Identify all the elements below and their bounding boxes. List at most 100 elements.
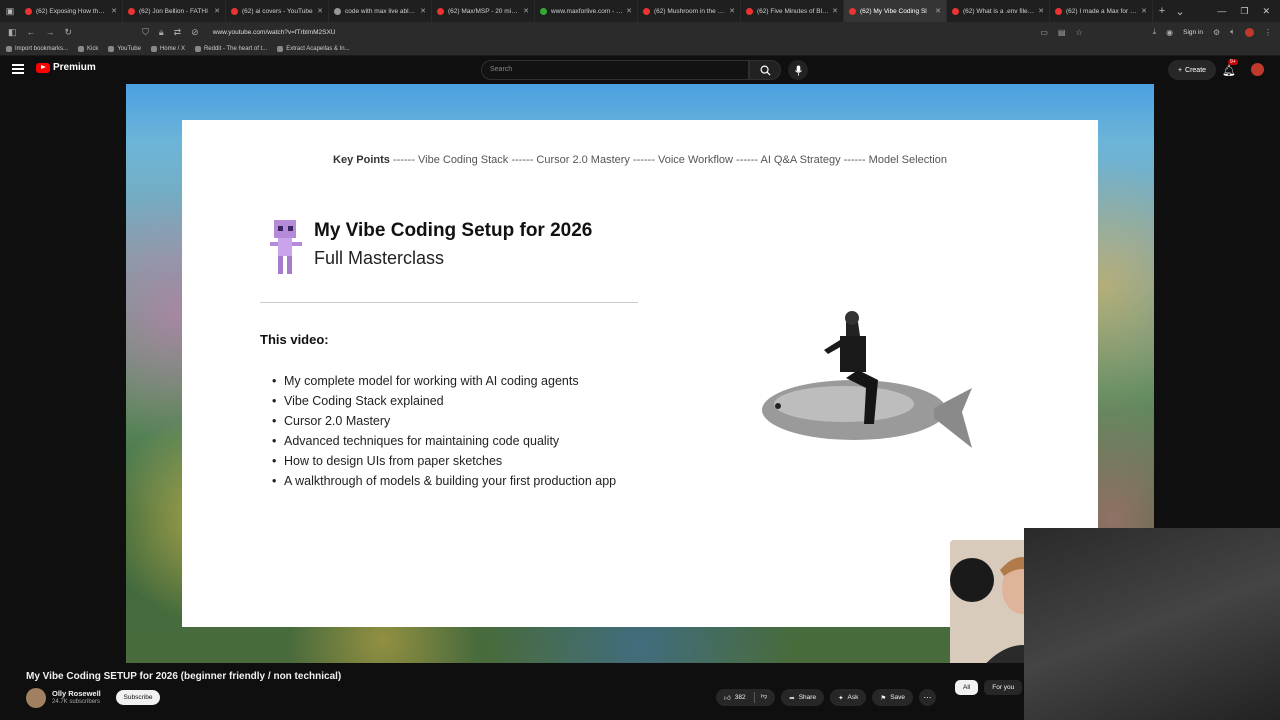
bullet-item: Vibe Coding Stack explained [272,391,616,411]
tab-favicon-icon [952,7,959,15]
bullet-item: A walkthrough of models & building your … [272,471,616,491]
tab-close-icon[interactable]: ✕ [214,7,220,15]
tab-close-icon[interactable]: ✕ [626,7,632,15]
save-button[interactable]: ⚑ Save [872,689,914,706]
tab-favicon-icon [334,7,341,15]
tab-close-icon[interactable]: ✕ [1038,7,1044,15]
browser-tab[interactable]: www.maxforlive.com - Dow ✕ [535,0,638,22]
sign-in-link[interactable]: Sign in [1183,29,1203,36]
subscribe-button[interactable]: Subscribe [116,690,160,705]
bookmark-item[interactable]: Extract Acapellas & In... [277,45,350,52]
shield-icon[interactable]: ⛉ [142,27,149,38]
tab-title: (62) What is a .env file? - Yo [963,7,1036,15]
bookmark-label: YouTube [117,45,141,52]
like-button[interactable]: 👍︎ 382 👎︎ [716,689,776,706]
bookmark-icon: ⚑ [880,694,887,702]
share-label: Share [798,694,817,701]
browser-tab[interactable]: (62) Exposing How the US C✕ [20,0,123,22]
tab-favicon-icon [643,7,650,15]
thumbs-up-icon: 👍︎ [724,694,731,702]
tab-title: (62) Exposing How the US C [36,7,109,15]
bookmark-item[interactable]: Reddit - The heart of t... [194,45,267,52]
bookmark-label: Extract Acapellas & In... [286,45,350,52]
search-icon [760,65,771,76]
video-player[interactable]: Key Points ------ Vibe Coding Stack ----… [126,84,1154,663]
close-window-icon[interactable]: ✕ [1262,6,1270,17]
screenshot-icon[interactable]: ▤ [1058,28,1066,37]
back-icon[interactable]: ← [27,27,36,37]
browser-tab[interactable]: (62) Jon Bellion - FATHI ✕ [123,0,226,22]
notification-badge: 9+ [1228,59,1238,65]
video-actions: 👍︎ 382 👎︎ ➦ Share ✦ Ask ⚑ Save ⋯ [716,689,937,706]
bookmark-item[interactable]: Kick [78,45,98,52]
more-actions-icon[interactable]: ⋯ [919,689,937,706]
tab-close-icon[interactable]: ✕ [420,7,426,15]
forward-icon[interactable]: → [46,27,55,37]
bookmark-item[interactable]: Home / X [150,45,185,52]
tab-favicon-icon [849,7,856,15]
notifications-bell-icon[interactable]: 🔔︎ 9+ [1222,59,1238,77]
tab-close-icon[interactable]: ✕ [523,7,529,15]
account-icon[interactable]: ◉ [1166,28,1173,37]
youtube-logo[interactable]: Premium [36,62,96,73]
new-tab-icon[interactable]: + [1153,5,1171,17]
search-button[interactable] [749,60,781,80]
bookmark-star-icon[interactable]: ☆ [1075,28,1082,37]
browser-tab[interactable]: (62) My Vibe Coding Sl ✕ [844,0,947,22]
tab-close-icon[interactable]: ✕ [832,7,838,15]
browser-tab[interactable]: (62) What is a .env file? - Yo✕ [947,0,1050,22]
bookmarks-bar: Import bookmarks... Kick YouTube Home / X Re… [0,42,1280,56]
mute-icon[interactable]: 🔈︎ [1230,27,1235,37]
thumbs-down-icon[interactable]: 👎︎ [753,692,767,703]
slide-subtitle: Full Masterclass [314,248,445,268]
like-count: 382 [734,694,746,701]
tab-close-icon[interactable]: ✕ [1141,7,1147,15]
search-input[interactable]: Search [481,60,749,80]
site-settings-icon[interactable]: ⇄ [174,27,182,38]
download-icon[interactable]: ⤓ [1153,27,1157,37]
channel-avatar[interactable] [26,688,46,708]
bookmark-item[interactable]: Import bookmarks... [6,45,68,52]
menu-dots-icon[interactable]: ⋮ [1264,28,1272,37]
tab-actions-icon[interactable]: ▣ [0,0,20,22]
tab-search-chevron-icon[interactable]: ⌄ [1171,5,1189,18]
create-button[interactable]: + Create [1168,60,1216,80]
bullet-item: Advanced techniques for maintaining code… [272,431,616,451]
tab-close-icon[interactable]: ✕ [111,7,117,15]
hamburger-menu-icon[interactable] [12,64,24,74]
channel-name[interactable]: Olly Rosewell [52,689,101,698]
browser-tab[interactable]: (62) ai covers - YouTube ✕ [226,0,329,22]
url-field[interactable]: www.youtube.com/watch?v=fTrblmM2SXU [213,29,336,36]
tab-close-icon[interactable]: ✕ [317,7,323,15]
lock-icon[interactable]: 🔒︎ [159,27,164,38]
extension-badge-icon[interactable] [1245,27,1254,37]
browser-tab[interactable]: (62) Five Minutes of Blue O ✕ [741,0,844,22]
browser-tab[interactable]: (62) I made a Max for Live d✕ [1050,0,1153,22]
reload-icon[interactable]: ↻ [65,27,73,38]
tab-title: (62) Five Minutes of Blue O [757,7,830,15]
address-bar: ◧ ← → ↻ ⛉ 🔒︎ ⇄ ⊘ www.youtube.com/watch?v… [0,22,1280,42]
window-controls: — ❐ ✕ [1217,6,1280,17]
user-avatar[interactable] [1251,63,1264,76]
tab-favicon-icon [128,7,135,15]
extensions-icon[interactable]: ⚙ [1213,28,1220,37]
ask-button[interactable]: ✦ Ask [830,689,867,706]
no-tracking-icon[interactable]: ⊘ [191,27,199,38]
tab-close-icon[interactable]: ✕ [935,7,941,15]
browser-tab[interactable]: (62) Max/MSP - 20 mins of ✕ [432,0,535,22]
bookmark-label: Home / X [159,45,185,52]
filter-chip[interactable]: All [955,680,979,695]
maximize-icon[interactable]: ❐ [1240,6,1248,17]
browser-tab[interactable]: (62) Mushroom in the Wild ✕ [638,0,741,22]
sidebar-toggle-icon[interactable]: ◧ [8,27,17,38]
filter-chip[interactable]: For you [984,680,1023,695]
voice-search-button[interactable] [788,60,808,80]
bookmark-item[interactable]: YouTube [108,45,141,52]
share-button[interactable]: ➦ Share [781,689,825,706]
minimize-icon[interactable]: — [1217,6,1226,17]
logo-text: Premium [53,62,96,73]
tab-close-icon[interactable]: ✕ [729,7,735,15]
pip-icon[interactable]: ▭ [1040,28,1048,37]
browser-tab[interactable]: code with max live ableto ✕ [329,0,432,22]
tab-title: (62) ai covers - YouTube [242,7,313,15]
